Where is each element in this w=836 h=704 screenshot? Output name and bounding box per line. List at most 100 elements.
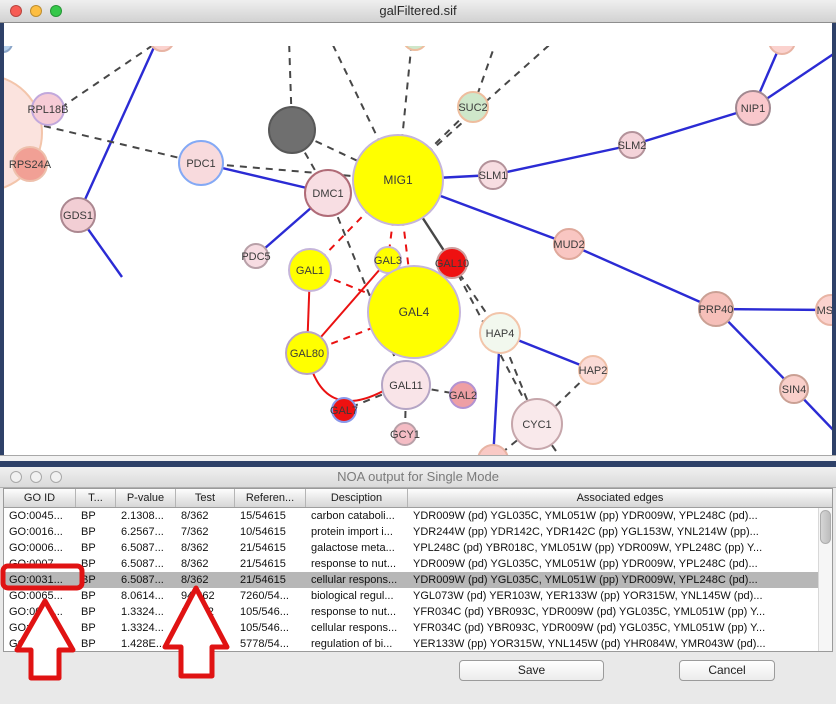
table-row[interactable]: GO:0016...BP6.2567...7/36210/54615protei… (4, 524, 832, 540)
table-cell: regulation of bi... (306, 636, 408, 652)
graph-node-label-hap2: HAP2 (579, 365, 608, 377)
vertical-scrollbar[interactable] (818, 508, 832, 651)
table-cell: 8/362 (176, 540, 235, 556)
table-cell: 1.3324... (116, 620, 176, 636)
graph-node-label-pdc1: PDC1 (186, 158, 215, 170)
table-cell: YDR244W (pp) YDR142C, YDR142C (pp) YGL15… (408, 524, 832, 540)
graph-node-label-gal2: GAL2 (449, 390, 477, 402)
graph-node-label-gal11: GAL11 (389, 380, 422, 392)
graph-node-label-rps24a: RPS24A (9, 159, 52, 171)
cancel-button[interactable]: Cancel (679, 660, 775, 681)
graph-node-label-slm2: SLM2 (618, 140, 647, 152)
table-row[interactable]: GO:0031...BP1.3324...11/362105/546...res… (4, 604, 832, 620)
graph-node-label-mud2: MUD2 (553, 239, 584, 251)
table-cell: 7/362 (176, 524, 235, 540)
table-cell: 15/54615 (235, 508, 306, 524)
table-cell: 11/362 (176, 620, 235, 636)
noa-window: NOA output for Single Mode GO IDT...P-va… (0, 467, 836, 704)
table-cell: BP (76, 604, 116, 620)
table-cell: 8/362 (176, 556, 235, 572)
table-cell: BP (76, 508, 116, 524)
column-header-go-id[interactable]: GO ID (4, 489, 76, 507)
table-cell: YFR034C (pd) YBR093C, YDR009W (pd) YGL03… (408, 620, 832, 636)
column-header-referen[interactable]: Referen... (235, 489, 306, 507)
table-cell: cellular respons... (306, 572, 408, 588)
table-cell: 6.5087... (116, 572, 176, 588)
graph-node-label-suc2: SUC2 (458, 102, 487, 114)
table-cell: 1.3324... (116, 604, 176, 620)
table-cell: YPL248C (pd) YBR018C, YML051W (pp) YDR00… (408, 540, 832, 556)
graph-edge-blue[interactable] (569, 244, 716, 309)
table-cell: 6.2567... (116, 524, 176, 540)
table-cell: 21/54615 (235, 556, 306, 572)
graph-node-label-gal1: GAL1 (296, 265, 324, 277)
table-cell: 94/362 (176, 588, 235, 604)
graph-node-label-nip1: NIP1 (741, 103, 765, 115)
graph-node-label-pdc5: PDC5 (241, 251, 270, 263)
table-cell: BP (76, 636, 116, 652)
network-graph: RPL18BRPS24AGDS1PDC1DMC1MIG1SUC2SLM1SLM2… (0, 46, 836, 455)
table-cell: carbon cataboli... (306, 508, 408, 524)
table-cell: GO:0045... (4, 508, 76, 524)
table-cell: 8/362 (176, 508, 235, 524)
save-button[interactable]: Save (459, 660, 604, 681)
table-cell: 21/54615 (235, 540, 306, 556)
table-row[interactable]: GO:0007...BP6.5087...8/36221/54615respon… (4, 556, 832, 572)
table-cell: BP (76, 540, 116, 556)
scrollbar-thumb[interactable] (820, 510, 831, 544)
table-row[interactable]: GO:0006...BP6.5087...8/36221/54615galact… (4, 540, 832, 556)
table-cell: BP (76, 588, 116, 604)
table-cell: 105/546... (235, 620, 306, 636)
graph-node[interactable] (403, 46, 427, 50)
column-header-t[interactable]: T... (76, 489, 116, 507)
graph-node-label-slm1: SLM1 (479, 170, 508, 182)
go-results-table: GO IDT...P-valueTestReferen...Desciption… (3, 488, 833, 652)
table-cell: BP (76, 524, 116, 540)
table-cell: 5778/54... (235, 636, 306, 652)
graph-edge-blue[interactable] (78, 46, 155, 215)
table-cell: 10/54615 (235, 524, 306, 540)
table-cell: BP (76, 620, 116, 636)
table-cell: protein import i... (306, 524, 408, 540)
graph-node-label-gal80: GAL80 (290, 348, 324, 360)
table-cell: 1.428E... (116, 636, 176, 652)
table-cell: 6.5087... (116, 540, 176, 556)
table-cell: YDR009W (pd) YGL035C, YML051W (pp) YDR00… (408, 508, 832, 524)
column-header-associated-edges[interactable]: Associated edges (408, 489, 832, 507)
table-row[interactable]: GO:0065...BP8.0614...94/3627260/54...bio… (4, 588, 832, 604)
table-cell: GO:0007... (4, 556, 76, 572)
table-cell: YDR009W (pd) YGL035C, YML051W (pp) YDR00… (408, 572, 832, 588)
table-row-selected[interactable]: GO:0031...BP6.5087...8/36221/54615cellul… (4, 572, 832, 588)
table-row[interactable]: GO:0045...BP2.1308...8/36215/54615carbon… (4, 508, 832, 524)
table-cell: YER133W (pp) YOR315W, YNL145W (pd) YHR08… (408, 636, 832, 652)
table-cell: 21/54615 (235, 572, 306, 588)
table-cell: YGL073W (pd) YER103W, YER133W (pp) YOR31… (408, 588, 832, 604)
table-cell: BP (76, 572, 116, 588)
graph-node-label-prp40: PRP40 (699, 304, 734, 316)
table-row[interactable]: GO:0031...BP1.3324...11/362105/546...cel… (4, 620, 832, 636)
table-cell: 105/546... (235, 604, 306, 620)
table-cell: 7260/54... (235, 588, 306, 604)
graph-node[interactable] (269, 107, 315, 153)
network-canvas[interactable]: RPL18BRPS24AGDS1PDC1DMC1MIG1SUC2SLM1SLM2… (0, 23, 836, 455)
graph-edge-blue[interactable] (632, 108, 753, 145)
graph-node-label-gds1: GDS1 (63, 210, 93, 222)
graph-node-label-gcy1: GCY1 (390, 429, 420, 441)
graph-node-label-hap4: HAP4 (486, 328, 515, 340)
graph-node[interactable] (769, 46, 795, 54)
graph-node-label-mig1: MIG1 (383, 173, 413, 187)
column-header-p-value[interactable]: P-value (116, 489, 176, 507)
table-cell: 2.1308... (116, 508, 176, 524)
graph-edge-blue[interactable] (493, 145, 632, 175)
graph-node-hap3[interactable] (478, 445, 508, 455)
table-row[interactable]: GO:0050...BP1.428E...80/3625778/54...reg… (4, 636, 832, 652)
table-cell: 8.0614... (116, 588, 176, 604)
column-header-desciption[interactable]: Desciption (306, 489, 408, 507)
graph-node-label-sin4: SIN4 (782, 384, 806, 396)
column-header-test[interactable]: Test (176, 489, 235, 507)
table-header-row: GO IDT...P-valueTestReferen...Desciption… (4, 489, 832, 508)
table-cell: YDR009W (pd) YGL035C, YML051W (pp) YDR00… (408, 556, 832, 572)
graph-edge-dashed[interactable] (44, 126, 201, 163)
noa-window-titlebar: NOA output for Single Mode (0, 467, 836, 488)
table-cell: GO:0031... (4, 572, 76, 588)
